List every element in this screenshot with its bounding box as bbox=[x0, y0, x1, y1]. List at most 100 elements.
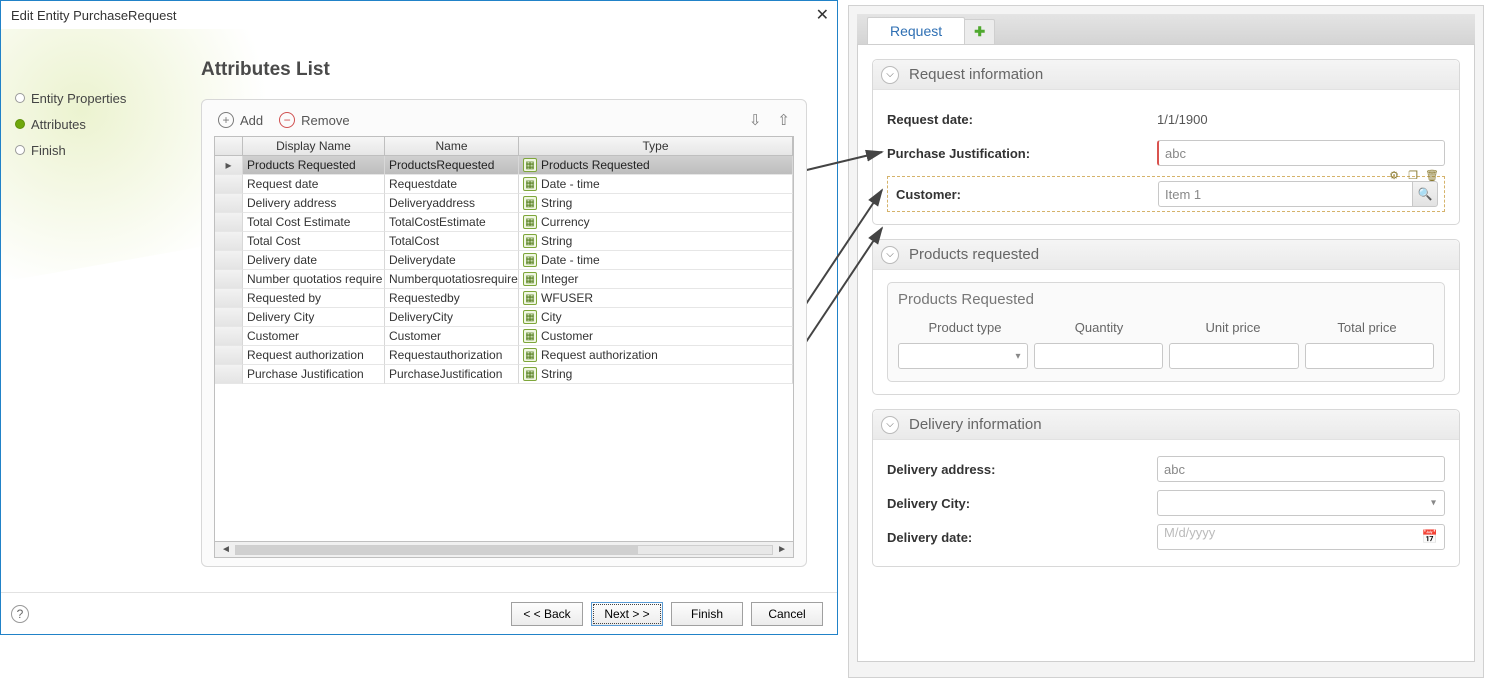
table-row[interactable]: CustomerCustomer▦Customer bbox=[215, 327, 793, 346]
total-price-input[interactable] bbox=[1305, 343, 1435, 369]
calendar-icon[interactable]: 📅 bbox=[1422, 529, 1438, 545]
group-header[interactable]: ⌵ Delivery information bbox=[873, 410, 1459, 440]
customer-input[interactable] bbox=[1158, 181, 1412, 207]
cell-name: Requestauthorization bbox=[385, 346, 519, 365]
section-title: Attributes List bbox=[201, 59, 807, 81]
delivery-address-input[interactable] bbox=[1157, 456, 1445, 482]
row-delivery-city: Delivery City: bbox=[887, 486, 1445, 520]
add-label: Add bbox=[240, 113, 263, 128]
table-row[interactable]: Delivery CityDeliveryCity▦City bbox=[215, 308, 793, 327]
row-header bbox=[215, 194, 243, 213]
step-attributes[interactable]: Attributes bbox=[13, 111, 201, 137]
add-button[interactable]: + Add bbox=[214, 110, 267, 130]
delivery-date-input[interactable]: M/d/yyyy 📅 bbox=[1157, 524, 1445, 550]
scroll-left-icon[interactable]: ◄ bbox=[221, 544, 231, 555]
type-icon: ▦ bbox=[523, 215, 537, 229]
move-up-button[interactable]: ⇧ bbox=[773, 111, 794, 129]
row-header bbox=[215, 213, 243, 232]
type-icon: ▦ bbox=[523, 253, 537, 267]
dialog-titlebar: Edit Entity PurchaseRequest ✕ bbox=[1, 1, 837, 29]
group-header[interactable]: ⌵ Products requested bbox=[873, 240, 1459, 270]
quantity-input[interactable] bbox=[1034, 343, 1164, 369]
customer-lookup: 🔍 bbox=[1158, 181, 1438, 207]
remove-button[interactable]: − Remove bbox=[275, 110, 353, 130]
table-row[interactable]: Delivery addressDeliveryaddress▦String bbox=[215, 194, 793, 213]
cell-display-name: Customer bbox=[243, 327, 385, 346]
help-icon[interactable]: ? bbox=[11, 605, 29, 623]
col-display-name[interactable]: Display Name bbox=[243, 137, 385, 155]
step-finish[interactable]: Finish bbox=[13, 137, 201, 163]
type-icon: ▦ bbox=[523, 348, 537, 362]
table-row[interactable]: Requested byRequestedby▦WFUSER bbox=[215, 289, 793, 308]
copy-icon[interactable]: ❐ bbox=[1405, 167, 1421, 183]
gear-icon[interactable]: ⚙ bbox=[1386, 167, 1402, 183]
next-button[interactable]: Next > > bbox=[591, 602, 663, 626]
horizontal-scrollbar[interactable]: ◄ ► bbox=[215, 541, 793, 557]
row-customer[interactable]: ⚙ ❐ 🗑 Customer: 🔍 bbox=[887, 176, 1445, 212]
delivery-city-select[interactable] bbox=[1157, 490, 1445, 516]
table-row[interactable]: Request authorizationRequestauthorizatio… bbox=[215, 346, 793, 365]
col-total-price: Total price bbox=[1300, 316, 1434, 339]
cancel-button[interactable]: Cancel bbox=[751, 602, 823, 626]
col-name[interactable]: Name bbox=[385, 137, 519, 155]
table-row[interactable]: Total Cost EstimateTotalCostEstimate▦Cur… bbox=[215, 213, 793, 232]
form-designer: Request ✚ ⌵ Request information Request … bbox=[848, 5, 1484, 678]
type-icon: ▦ bbox=[523, 234, 537, 248]
cell-name: TotalCost bbox=[385, 232, 519, 251]
scroll-track[interactable] bbox=[235, 545, 773, 555]
wizard-nav: Entity Properties Attributes Finish bbox=[1, 29, 201, 592]
move-down-button[interactable]: ⇩ bbox=[745, 111, 766, 129]
close-icon[interactable]: ✕ bbox=[816, 5, 829, 25]
cell-type: ▦Integer bbox=[519, 270, 793, 289]
field-tools: ⚙ ❐ 🗑 bbox=[1386, 167, 1440, 183]
table-row[interactable]: ▸Products RequestedProductsRequested▦Pro… bbox=[215, 156, 793, 175]
tab-request[interactable]: Request bbox=[867, 17, 965, 44]
scroll-thumb[interactable] bbox=[236, 546, 638, 554]
row-header bbox=[215, 270, 243, 289]
table-row[interactable]: Number quotatios requireNumberquotatiosr… bbox=[215, 270, 793, 289]
col-type[interactable]: Type bbox=[519, 137, 793, 155]
cell-display-name: Number quotatios require bbox=[243, 270, 385, 289]
tab-page: ⌵ Request information Request date: 1/1/… bbox=[857, 44, 1475, 662]
group-products: ⌵ Products requested Products Requested … bbox=[872, 239, 1460, 395]
table-row[interactable]: Delivery dateDeliverydate▦Date - time bbox=[215, 251, 793, 270]
justification-input[interactable] bbox=[1157, 140, 1445, 166]
table-row[interactable]: Total CostTotalCost▦String bbox=[215, 232, 793, 251]
justification-label: Purchase Justification: bbox=[887, 146, 1157, 161]
grid-body: ▸Products RequestedProductsRequested▦Pro… bbox=[215, 156, 793, 541]
request-date-label: Request date: bbox=[887, 112, 1157, 127]
finish-button[interactable]: Finish bbox=[671, 602, 743, 626]
group-request-info: ⌵ Request information Request date: 1/1/… bbox=[872, 59, 1460, 225]
row-header-col bbox=[215, 137, 243, 155]
col-unit-price: Unit price bbox=[1166, 316, 1300, 339]
group-header[interactable]: ⌵ Request information bbox=[873, 60, 1459, 90]
scroll-right-icon[interactable]: ► bbox=[777, 544, 787, 555]
table-row[interactable]: Purchase JustificationPurchaseJustificat… bbox=[215, 365, 793, 384]
cell-type: ▦String bbox=[519, 365, 793, 384]
cell-type: ▦Date - time bbox=[519, 175, 793, 194]
cell-name: Deliverydate bbox=[385, 251, 519, 270]
cell-name: Requestedby bbox=[385, 289, 519, 308]
unit-price-input[interactable] bbox=[1169, 343, 1299, 369]
customer-label: Customer: bbox=[896, 187, 1158, 202]
step-dot-icon bbox=[15, 93, 25, 103]
search-icon[interactable]: 🔍 bbox=[1412, 181, 1438, 207]
table-row[interactable]: Request dateRequestdate▦Date - time bbox=[215, 175, 793, 194]
cell-type: ▦Products Requested bbox=[519, 156, 793, 175]
cell-name: Customer bbox=[385, 327, 519, 346]
cell-display-name: Products Requested bbox=[243, 156, 385, 175]
cell-type: ▦Request authorization bbox=[519, 346, 793, 365]
products-subpanel: Products Requested Product type Quantity… bbox=[887, 282, 1445, 382]
add-tab-button[interactable]: ✚ bbox=[965, 19, 995, 44]
product-type-select[interactable] bbox=[898, 343, 1028, 369]
trash-icon[interactable]: 🗑 bbox=[1424, 167, 1440, 183]
cell-display-name: Total Cost bbox=[243, 232, 385, 251]
cell-type: ▦Customer bbox=[519, 327, 793, 346]
col-quantity: Quantity bbox=[1032, 316, 1166, 339]
cell-name: PurchaseJustification bbox=[385, 365, 519, 384]
step-entity-properties[interactable]: Entity Properties bbox=[13, 85, 201, 111]
row-header: ▸ bbox=[215, 156, 243, 175]
cell-type: ▦City bbox=[519, 308, 793, 327]
back-button[interactable]: < < Back bbox=[511, 602, 583, 626]
chevron-down-icon: ⌵ bbox=[881, 246, 899, 264]
